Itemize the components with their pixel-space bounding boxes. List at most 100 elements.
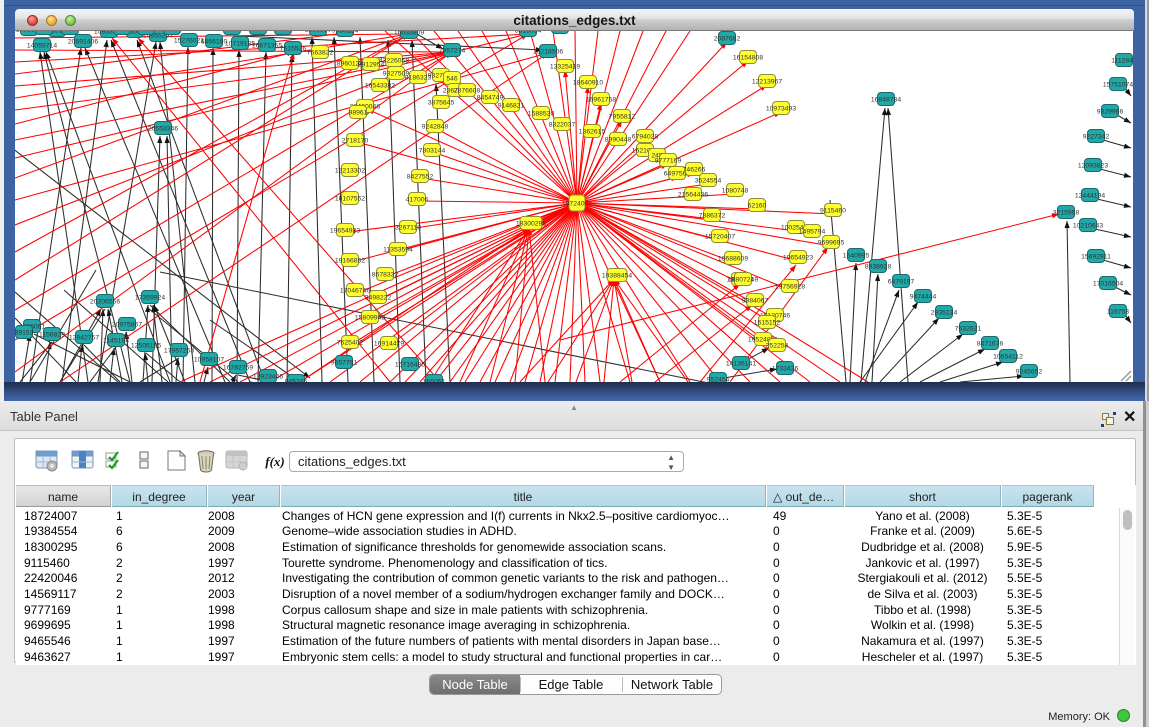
svg-text:2935134: 2935134 [931, 310, 958, 317]
svg-text:8938928: 8938928 [865, 264, 892, 271]
svg-text:20553346: 20553346 [148, 126, 178, 133]
svg-text:8813054: 8813054 [515, 31, 542, 35]
svg-text:7955812: 7955812 [609, 114, 636, 121]
svg-text:165051: 165051 [423, 379, 446, 383]
svg-text:1495794: 1495794 [799, 229, 826, 236]
svg-text:19654923: 19654923 [783, 255, 813, 262]
svg-text:945245: 945245 [285, 379, 308, 383]
svg-text:16154808: 16154808 [733, 55, 763, 62]
svg-text:8427552: 8427552 [407, 174, 434, 181]
svg-text:14136141: 14136141 [726, 361, 756, 368]
svg-text:3875645: 3875645 [428, 100, 455, 107]
svg-text:10958107: 10958107 [194, 357, 224, 364]
svg-text:21564436: 21564436 [678, 192, 708, 199]
svg-text:20975867: 20975867 [112, 322, 142, 329]
svg-text:1112841: 1112841 [1111, 58, 1133, 65]
svg-text:10654112: 10654112 [993, 354, 1023, 361]
svg-text:43226058: 43226058 [379, 58, 409, 65]
svg-text:9242848: 9242848 [422, 124, 449, 131]
svg-text:1603380: 1603380 [305, 31, 332, 34]
svg-text:3498222: 3498222 [365, 295, 392, 302]
svg-text:16033809: 16033809 [394, 31, 424, 37]
svg-text:6479197: 6479197 [888, 279, 915, 286]
svg-text:1588520: 1588520 [528, 111, 555, 118]
svg-text:10210643: 10210643 [1073, 223, 1103, 230]
svg-text:1733426: 1733426 [772, 366, 799, 373]
svg-text:15692911: 15692911 [1081, 254, 1111, 261]
svg-text:3267110: 3267110 [395, 225, 421, 232]
svg-text:18807249: 18807249 [728, 277, 758, 284]
svg-text:17957253: 17957253 [164, 348, 194, 355]
svg-text:9777169: 9777169 [655, 158, 682, 165]
svg-text:12444194: 12444194 [1075, 193, 1105, 200]
svg-text:12213302: 12213302 [335, 168, 365, 175]
svg-text:17046746: 17046746 [340, 288, 370, 295]
svg-text:9245652: 9245652 [1016, 369, 1043, 376]
svg-text:10688609: 10688609 [718, 256, 748, 263]
svg-text:132541: 132541 [549, 31, 572, 32]
svg-text:13218506: 13218506 [533, 49, 563, 56]
svg-text:12505185: 12505185 [131, 343, 161, 350]
svg-text:1080748: 1080748 [722, 188, 749, 195]
svg-text:8990448: 8990448 [605, 137, 632, 144]
svg-text:7632621: 7632621 [955, 326, 982, 333]
svg-text:16107552: 16107552 [335, 196, 365, 203]
svg-text:2876608: 2876608 [454, 88, 481, 95]
svg-text:9474444: 9474444 [910, 294, 937, 301]
svg-text:19388454: 19388454 [602, 273, 632, 280]
svg-text:8471676: 8471676 [977, 341, 1004, 348]
svg-text:19756928: 19756928 [775, 284, 805, 291]
svg-text:16961758: 16961758 [586, 97, 616, 104]
svg-text:746266: 746266 [683, 167, 706, 174]
svg-text:16848784: 16848784 [871, 97, 901, 104]
svg-text:98961: 98961 [349, 110, 368, 117]
svg-text:10719185: 10719185 [225, 41, 255, 48]
svg-text:8678332: 8678332 [372, 272, 399, 279]
svg-text:2087682: 2087682 [714, 36, 741, 43]
svg-text:12923446: 12923446 [253, 374, 283, 381]
svg-text:1640995: 1640995 [843, 253, 870, 260]
svg-text:3624554: 3624554 [695, 178, 722, 185]
svg-text:8454749: 8454749 [477, 95, 504, 102]
svg-text:13325419: 13325419 [550, 64, 580, 71]
svg-text:7803144: 7803144 [419, 148, 446, 155]
svg-text:15751074: 15751074 [1103, 82, 1133, 89]
svg-text:252254: 252254 [766, 343, 789, 350]
svg-text:6794028: 6794028 [632, 134, 659, 141]
svg-text:10973493: 10973493 [766, 106, 796, 113]
svg-text:417006: 417006 [406, 197, 429, 204]
svg-text:20206556: 20206556 [90, 299, 120, 306]
svg-text:15720407: 15720407 [705, 234, 735, 241]
svg-text:18640910: 18640910 [573, 80, 603, 87]
svg-text:3215958: 3215958 [1053, 210, 1080, 217]
svg-text:1156829: 1156829 [39, 332, 65, 339]
svg-text:7857274: 7857274 [439, 48, 466, 55]
svg-text:11353594: 11353594 [383, 247, 413, 254]
svg-text:18724007: 18724007 [562, 201, 592, 208]
svg-text:62160: 62160 [748, 203, 767, 210]
svg-text:9699695: 9699695 [818, 240, 845, 247]
svg-text:546: 546 [446, 76, 458, 83]
svg-text:9146821: 9146821 [498, 103, 525, 110]
svg-text:1615152: 1615152 [754, 320, 781, 327]
svg-text:16543382: 16543382 [365, 83, 395, 90]
svg-text:9060124: 9060124 [332, 31, 359, 35]
svg-text:1145194: 1145194 [103, 338, 129, 345]
svg-text:16671355: 16671355 [252, 43, 282, 50]
svg-text:6466160: 6466160 [201, 39, 228, 46]
svg-text:12942757: 12942757 [69, 335, 99, 342]
svg-text:9115460: 9115460 [820, 208, 846, 215]
svg-text:19166852: 19166852 [335, 258, 365, 265]
svg-text:7663822: 7663822 [307, 50, 334, 57]
svg-text:9884067: 9884067 [742, 298, 769, 305]
svg-text:20691406: 20691406 [68, 39, 98, 46]
svg-text:f(x): f(x) [265, 454, 285, 469]
svg-text:15716485: 15716485 [395, 362, 425, 369]
svg-text:14055714: 14055714 [27, 43, 57, 50]
svg-text:17359924: 17359924 [135, 295, 165, 302]
svg-text:9329966: 9329966 [1097, 109, 1124, 116]
svg-text:39153: 39153 [15, 330, 34, 337]
svg-text:9657791: 9657791 [331, 360, 358, 367]
svg-text:16914479: 16914479 [374, 341, 404, 348]
svg-text:7515526: 7515526 [280, 46, 307, 53]
